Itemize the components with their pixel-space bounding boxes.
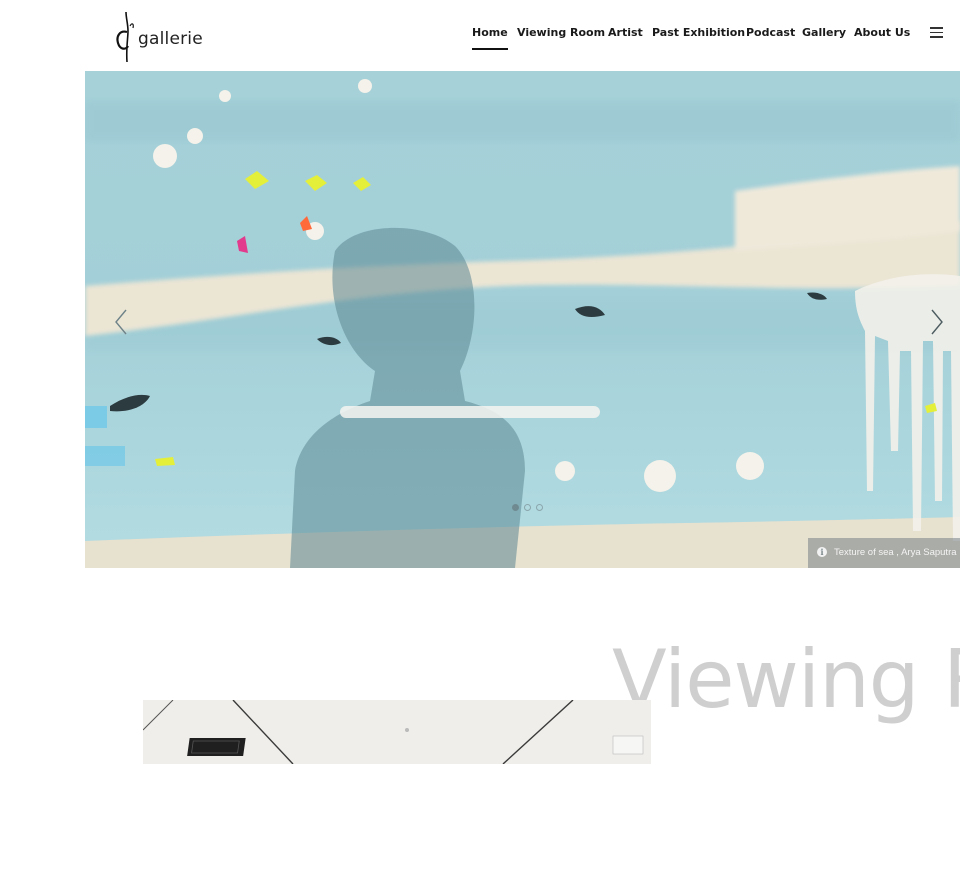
slider-next-button[interactable] (925, 307, 947, 337)
nav-item-home[interactable]: Home (472, 26, 508, 50)
nav-item-about-us[interactable]: About Us (854, 26, 910, 39)
nav-item-podcast[interactable]: Podcast (746, 26, 795, 39)
gallery-room-photo (143, 700, 651, 764)
viewing-room-image[interactable] (143, 700, 651, 764)
site-header: gallerie Home Viewing Room Artist Past E… (0, 0, 960, 70)
slider-prev-button[interactable] (111, 307, 133, 337)
hamburger-icon[interactable] (930, 27, 943, 38)
nav-item-viewing-room[interactable]: Viewing Room (517, 26, 605, 39)
hero-slider: i Texture of sea , Arya Saputra (85, 71, 960, 568)
chevron-right-icon (931, 309, 943, 335)
logo-text: gallerie (138, 29, 203, 49)
viewing-room-title: Viewing R (612, 633, 960, 726)
info-icon: i (817, 547, 827, 557)
hero-painting-image (85, 71, 960, 568)
slider-dot-3[interactable] (536, 504, 543, 511)
slide-caption: i Texture of sea , Arya Saputra (808, 538, 960, 568)
nav-item-gallery[interactable]: Gallery (802, 26, 846, 39)
nav-item-artist[interactable]: Artist (608, 26, 643, 39)
caption-text: Texture of sea , Arya Saputra (834, 547, 957, 558)
slider-dot-1[interactable] (512, 504, 519, 511)
nav-item-past-exhibition[interactable]: Past Exhibition (652, 26, 745, 39)
chevron-left-icon (115, 309, 127, 335)
slider-dot-2[interactable] (524, 504, 531, 511)
